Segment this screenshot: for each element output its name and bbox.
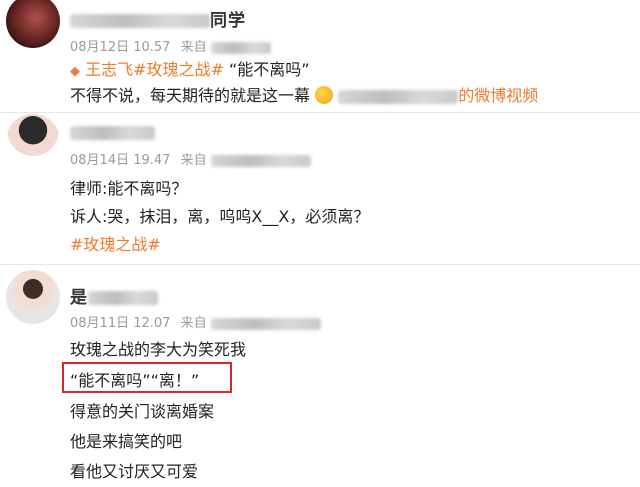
tag-line: ◆ 王志飞#玫瑰之战# “能不离吗” [70,56,310,80]
quote-text: “能不离吗” [229,60,310,79]
post-meta: 08月12日 10.57 来自 [70,36,271,55]
post-meta: 08月11日 12.07 来自 [70,312,321,331]
timestamp: 08月11日 12.07 [70,316,171,331]
post-line: 得意的关门谈离婚案 [70,402,215,421]
post-meta: 08月14日 19.47 来自 [70,149,311,168]
post-2: 08月14日 19.47 来自 律师:能不离吗？ 诉人:哭，抹泪，离，呜呜X__… [0,113,640,263]
video-link[interactable]: 的微博视频 [458,86,538,105]
avatar[interactable] [6,270,60,324]
username[interactable] [70,123,155,143]
hashtag-link[interactable]: #玫瑰之战# [70,231,161,255]
from-label: 来自 [180,153,207,168]
username[interactable]: 同学 [70,6,246,31]
username-prefix: 是 [70,288,88,308]
diamond-icon: ◆ [70,64,80,79]
post-line: 诉人:哭，抹泪，离，呜呜X__X，必须离？ [70,207,370,226]
highlight-box [62,362,232,393]
post-line: 看他又讨厌又可爱 [70,462,199,481]
timestamp: 08月14日 19.47 [70,153,171,168]
avatar[interactable] [6,0,60,48]
timestamp: 08月12日 10.57 [70,40,171,55]
username-suffix: 同学 [210,11,246,31]
from-label: 来自 [180,316,207,331]
post-1: 同学 08月12日 10.57 来自 ◆ 王志飞#玫瑰之战# “能不离吗” 不得… [0,0,640,105]
video-icon [315,86,334,104]
post-line: 玫瑰之战的李大为笑死我 [70,340,247,359]
body-text: 不得不说，每天期待的就是这一幕 [70,86,311,105]
hashtag-link[interactable]: 王志飞#玫瑰之战# [85,60,224,79]
post-line: 他是来搞笑的吧 [70,432,183,451]
post-line: 律师:能不离吗？ [70,179,188,198]
username[interactable]: 是 [70,283,158,308]
from-label: 来自 [180,40,207,55]
post-body: 不得不说，每天期待的就是这一幕 的微博视频 [70,82,538,106]
avatar[interactable] [6,114,60,168]
